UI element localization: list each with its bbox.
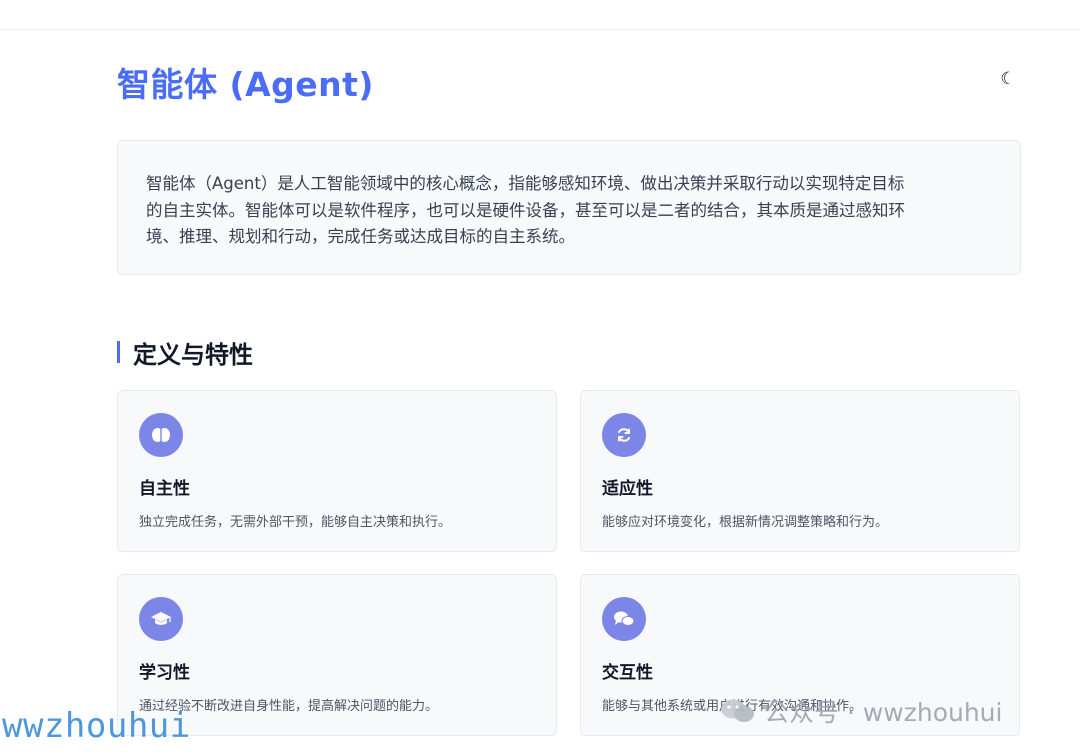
intro-line: 智能体（Agent）是人工智能领域中的核心概念，指能够感知环境、做出决策并采取行… — [146, 174, 905, 193]
section-heading: 定义与特性 — [117, 336, 253, 369]
feature-card-adaptability: 适应性 能够应对环境变化，根据新情况调整策略和行为。 — [580, 390, 1020, 552]
page-title: 智能体 (Agent) — [117, 65, 374, 104]
sync-icon — [602, 413, 646, 457]
theme-toggle-button[interactable]: ☾ — [996, 68, 1020, 90]
section-accent-bar — [117, 341, 120, 363]
section-title: 定义与特性 — [133, 340, 253, 369]
card-title: 适应性 — [602, 479, 653, 499]
chat-bubbles-icon — [602, 597, 646, 641]
brain-icon — [139, 413, 183, 457]
watermark-right: 公众号 · wwzhouhui — [718, 694, 1002, 728]
graduation-cap-icon — [139, 597, 183, 641]
card-title: 自主性 — [139, 479, 190, 499]
watermark-text: 公众号 · wwzhouhui — [764, 698, 1003, 727]
wechat-logo-icon — [721, 699, 754, 722]
intro-box: 智能体（Agent）是人工智能领域中的核心概念，指能够感知环境、做出决策并采取行… — [117, 140, 1021, 275]
intro-line: 的自主实体。智能体可以是软件程序，也可以是硬件设备，甚至可以是二者的结合，其本质… — [146, 200, 905, 220]
top-bar — [0, 0, 1080, 30]
feature-card-autonomy: 自主性 独立完成任务，无需外部干预，能够自主决策和执行。 — [117, 390, 557, 552]
card-description: 独立完成任务，无需外部干预，能够自主决策和执行。 — [139, 515, 452, 530]
card-title: 交互性 — [602, 663, 653, 683]
card-description: 能够应对环境变化，根据新情况调整策略和行为。 — [602, 515, 889, 530]
moon-icon: ☾ — [1000, 69, 1016, 89]
watermark-left: wwzhouhui — [2, 706, 191, 746]
intro-line: 境、推理、规划和行动，完成任务或达成目标的自主系统。 — [146, 227, 575, 246]
card-title: 学习性 — [139, 663, 190, 683]
